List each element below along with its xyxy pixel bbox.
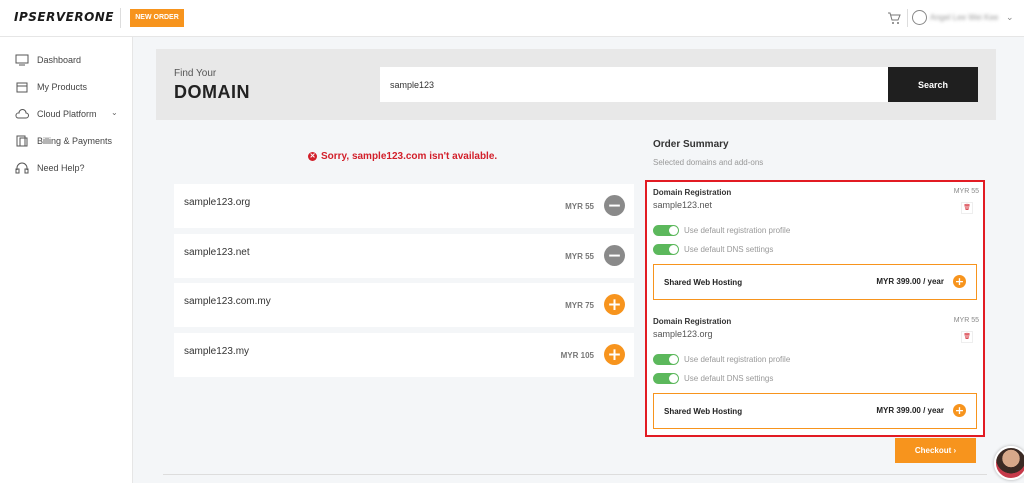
hosting-name: Shared Web Hosting — [664, 407, 743, 416]
hosting-price: MYR 399.00 / year — [876, 406, 944, 415]
domain-result-row: sample123.my MYR 105 + — [174, 333, 634, 377]
registration-domain: sample123.net — [653, 200, 713, 210]
domain-price: MYR 75 — [565, 301, 594, 310]
domain-price: MYR 105 — [560, 351, 594, 360]
sidebar-item-cloud-platform[interactable]: Cloud Platform ⌄ — [0, 105, 133, 125]
chevron-down-icon[interactable]: ⌄ — [111, 108, 118, 117]
monitor-icon — [15, 54, 29, 66]
sidebar-item-label: My Products — [37, 82, 88, 92]
registration-profile-toggle[interactable] — [653, 354, 679, 365]
trash-icon[interactable]: 🗑 — [961, 331, 973, 343]
divider — [907, 9, 908, 27]
toggle-label: Use default registration profile — [684, 355, 791, 364]
add-hosting-button[interactable]: + — [953, 404, 966, 417]
checkout-button[interactable]: Checkout › — [895, 438, 976, 463]
add-hosting-button[interactable]: + — [953, 275, 966, 288]
hosting-addon: Shared Web Hosting MYR 399.00 / year + — [653, 264, 977, 300]
divider — [163, 474, 987, 475]
order-summary-box: Domain Registration sample123.net MYR 55… — [645, 180, 985, 437]
registration-domain: sample123.org — [653, 329, 713, 339]
domain-price: MYR 55 — [565, 252, 594, 261]
order-summary-title: Order Summary — [653, 139, 729, 150]
hosting-addon: Shared Web Hosting MYR 399.00 / year + — [653, 393, 977, 429]
find-your-label: Find Your — [174, 68, 217, 79]
hosting-price: MYR 399.00 / year — [876, 277, 944, 286]
headset-icon — [15, 162, 29, 174]
box-icon — [16, 82, 28, 93]
chevron-down-icon[interactable]: ⌄ — [1006, 12, 1014, 23]
user-avatar-icon[interactable] — [912, 10, 927, 25]
domain-search-input[interactable] — [380, 67, 888, 102]
registration-price: MYR 55 — [953, 188, 979, 195]
dns-settings-toggle[interactable] — [653, 244, 679, 255]
new-order-button[interactable]: NEW ORDER — [130, 9, 184, 27]
logo[interactable]: IPSERVERONE — [14, 10, 114, 24]
order-summary-subtitle: Selected domains and add-ons — [653, 158, 764, 167]
search-button[interactable]: Search — [888, 67, 978, 102]
domain-result-row: sample123.net MYR 55 − — [174, 234, 634, 278]
user-name[interactable]: Angel Lee Wei Kee — [930, 13, 998, 22]
registration-profile-toggle[interactable] — [653, 225, 679, 236]
sidebar-item-label: Billing & Payments — [37, 136, 113, 146]
page-title: DOMAIN — [174, 82, 250, 102]
registration-title: Domain Registration — [653, 317, 732, 326]
sidebar-item-label: Cloud Platform — [37, 109, 97, 119]
top-bar: IPSERVERONE NEW ORDER Angel Lee Wei Kee … — [0, 0, 1024, 37]
domain-name: sample123.org — [184, 197, 251, 208]
remove-domain-button[interactable]: − — [604, 195, 625, 216]
domain-name: sample123.my — [184, 346, 250, 357]
add-domain-button[interactable]: + — [604, 294, 625, 315]
live-chat-avatar[interactable] — [994, 446, 1024, 480]
error-text: Sorry, sample123.com isn't available. — [321, 151, 498, 162]
registration-title: Domain Registration — [653, 188, 732, 197]
toggle-label: Use default registration profile — [684, 226, 791, 235]
unavailable-message: ✕ Sorry, sample123.com isn't available. — [308, 151, 497, 162]
toggle-label: Use default DNS settings — [684, 245, 774, 254]
domain-result-row: sample123.com.my MYR 75 + — [174, 283, 634, 327]
add-domain-button[interactable]: + — [604, 344, 625, 365]
sidebar-item-label: Dashboard — [37, 55, 82, 65]
domain-result-row: sample123.org MYR 55 − — [174, 184, 634, 228]
billing-icon — [16, 135, 28, 147]
domain-price: MYR 55 — [565, 202, 594, 211]
hosting-name: Shared Web Hosting — [664, 278, 743, 287]
cloud-icon — [15, 109, 29, 119]
sidebar-item-need-help[interactable]: Need Help? — [0, 159, 133, 179]
registration-price: MYR 55 — [953, 317, 979, 324]
sidebar-item-dashboard[interactable]: Dashboard — [0, 51, 133, 71]
sidebar: Dashboard My Products Cloud Platform ⌄ B… — [0, 37, 133, 483]
domain-search-panel: Find Your DOMAIN Search — [156, 49, 996, 120]
cart-icon[interactable] — [887, 11, 901, 25]
close-circle-icon: ✕ — [308, 152, 317, 161]
dns-settings-toggle[interactable] — [653, 373, 679, 384]
sidebar-item-label: Need Help? — [37, 163, 85, 173]
remove-domain-button[interactable]: − — [604, 245, 625, 266]
domain-name: sample123.net — [184, 247, 250, 258]
toggle-label: Use default DNS settings — [684, 374, 774, 383]
trash-icon[interactable]: 🗑 — [961, 202, 973, 214]
divider — [120, 8, 121, 28]
sidebar-item-my-products[interactable]: My Products — [0, 78, 133, 98]
sidebar-item-billing[interactable]: Billing & Payments — [0, 132, 133, 152]
domain-name: sample123.com.my — [184, 296, 271, 307]
